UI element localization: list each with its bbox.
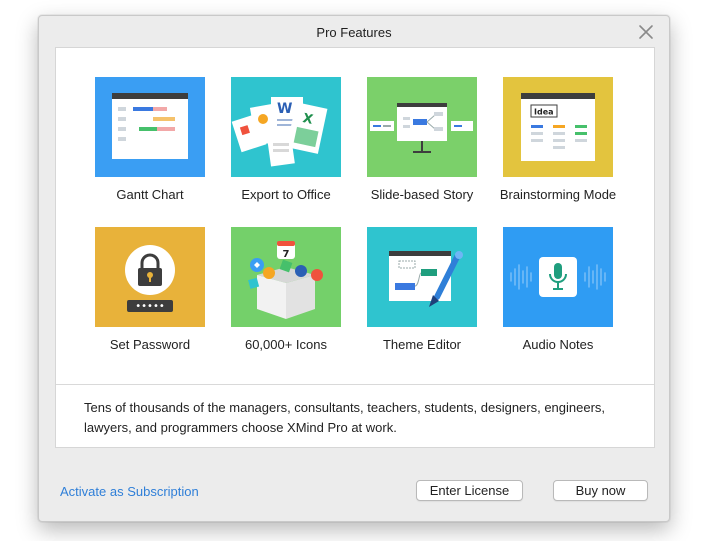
buy-now-button[interactable]: Buy now xyxy=(553,480,648,501)
features-panel: Gantt Chart W X Export to Office Slide-b… xyxy=(55,47,655,448)
slide-story-icon xyxy=(367,77,477,177)
gantt-chart-icon xyxy=(95,77,205,177)
brainstorming-icon: Idea xyxy=(503,77,613,177)
feature-label: Export to Office xyxy=(241,187,331,202)
activate-subscription-link[interactable]: Activate as Subscription xyxy=(60,484,199,499)
lock-icon: ••••• xyxy=(95,227,205,327)
calendar-date: 7 xyxy=(283,249,290,260)
feature-audio-notes[interactable]: Audio Notes xyxy=(490,227,626,352)
pro-features-dialog: Pro Features Gantt Chart W X Export to O… xyxy=(38,15,670,522)
password-dots: ••••• xyxy=(135,301,165,312)
export-office-icon: W X xyxy=(231,77,341,177)
close-icon[interactable] xyxy=(637,23,655,41)
microphone-icon xyxy=(503,227,613,327)
brainstorm-idea-text: Idea xyxy=(534,108,554,117)
feature-theme-editor[interactable]: Theme Editor xyxy=(354,227,490,352)
feature-label: 60,000+ Icons xyxy=(244,337,328,352)
svg-text:W: W xyxy=(277,101,292,117)
feature-grid: Gantt Chart W X Export to Office Slide-b… xyxy=(56,48,654,384)
feature-label: Brainstorming Mode xyxy=(499,187,617,202)
feature-icons[interactable]: 7 60,000+ Icons xyxy=(218,227,354,352)
panel-divider xyxy=(56,384,654,385)
dialog-title: Pro Features xyxy=(316,25,392,40)
feature-export-to-office[interactable]: W X Export to Office xyxy=(218,77,354,202)
icon-box-icon: 7 xyxy=(231,227,341,327)
feature-gantt-chart[interactable]: Gantt Chart xyxy=(82,77,218,202)
pro-description: Tens of thousands of the managers, consu… xyxy=(84,400,606,435)
feature-slide-based-story[interactable]: Slide-based Story xyxy=(354,77,490,202)
feature-label: Audio Notes xyxy=(522,337,594,352)
feature-brainstorming-mode[interactable]: Idea Brainstorming Mode xyxy=(490,77,626,202)
theme-brush-icon xyxy=(367,227,477,327)
feature-label: Theme Editor xyxy=(382,337,462,352)
feature-label: Slide-based Story xyxy=(370,187,474,202)
feature-label: Gantt Chart xyxy=(116,187,184,202)
feature-label: Set Password xyxy=(109,337,191,352)
enter-license-button[interactable]: Enter License xyxy=(416,480,523,501)
feature-set-password[interactable]: ••••• Set Password xyxy=(82,227,218,352)
